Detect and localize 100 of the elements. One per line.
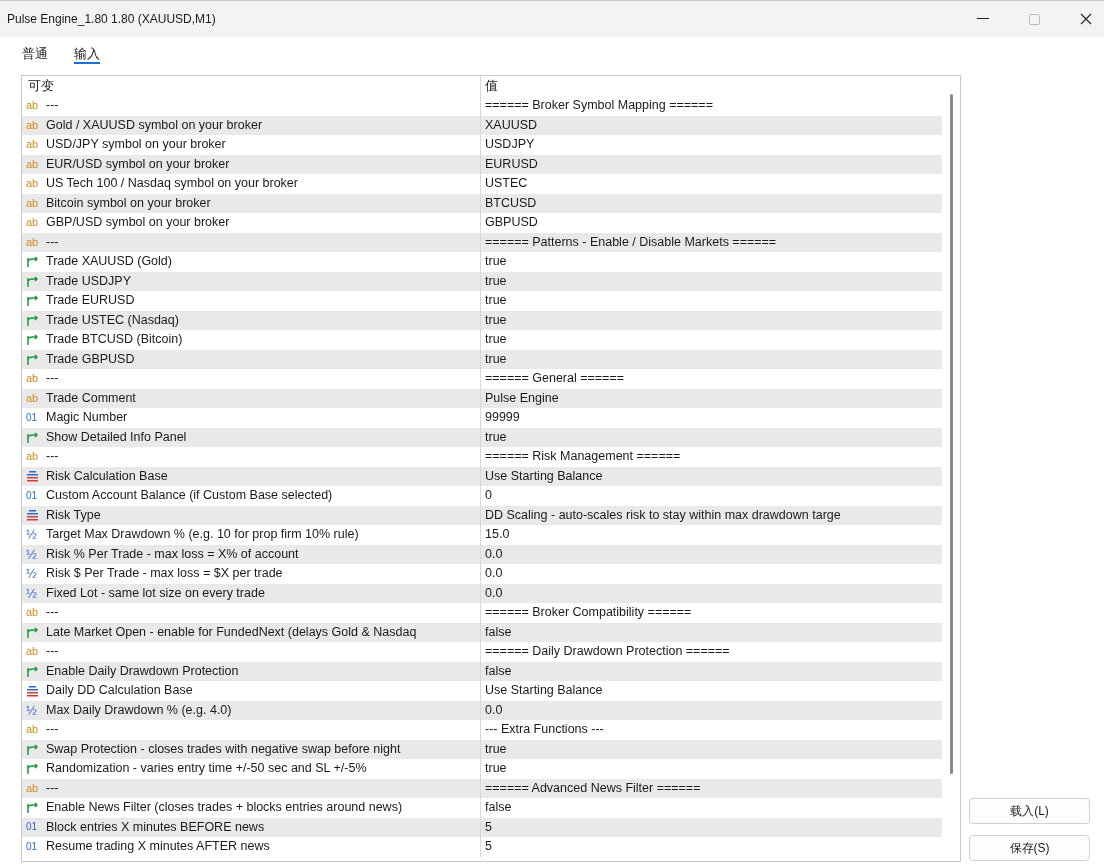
- table-row[interactable]: ab --- ====== Patterns - Enable / Disable Markets ======: [22, 232, 942, 252]
- type-icon: ab: [26, 451, 39, 463]
- type-icon: ½: [26, 586, 39, 600]
- type-icon: ab: [26, 217, 39, 229]
- parameter-name: Trade GBPUSD: [46, 350, 135, 368]
- table-row[interactable]: ab EUR/USD symbol on your broker EURUSD: [22, 154, 942, 174]
- type-icon: ½: [26, 703, 39, 717]
- type-icon: ab: [26, 139, 39, 151]
- parameter-value: 0.0: [485, 701, 503, 719]
- parameter-name: Trade USDJPY: [46, 272, 131, 290]
- parameter-name: Late Market Open - enable for FundedNext (delays Gold & Nasdaq: [46, 623, 417, 641]
- table-row[interactable]: ab --- ====== Advanced News Filter ======: [22, 778, 942, 798]
- list-lines-icon: [26, 509, 39, 522]
- parameter-name: Enable News Filter (closes trades + blocks entries around news): [46, 799, 403, 817]
- list-lines-icon: [26, 684, 39, 697]
- type-icon: 01: [26, 412, 39, 423]
- branch-arrow-icon: [26, 742, 39, 756]
- table-row[interactable]: ½ Risk % Per Trade - max loss = X% of account 0.0: [22, 544, 942, 564]
- parameter-name: Resume trading X minutes AFTER news: [46, 838, 270, 856]
- type-icon: ab: [26, 607, 39, 619]
- parameter-value: 0.0: [485, 584, 503, 602]
- minimize-icon[interactable]: [977, 18, 989, 20]
- parameter-name: Max Daily Drawdown % (e.g. 4.0): [46, 701, 232, 719]
- parameter-value: Pulse Engine: [485, 389, 559, 407]
- table-row[interactable]: Swap Protection - closes trades with negative swap before night true: [22, 739, 942, 759]
- parameter-value: ====== General ======: [485, 370, 624, 388]
- parameter-name: US Tech 100 / Nasdaq symbol on your broker: [46, 175, 298, 193]
- parameter-name: ---: [46, 643, 59, 661]
- close-icon[interactable]: [1080, 13, 1092, 25]
- branch-arrow-icon: [26, 664, 39, 678]
- type-icon: ab: [26, 178, 39, 190]
- parameter-value: true: [485, 350, 507, 368]
- type-icon: ½: [26, 547, 39, 561]
- parameter-value: 0: [485, 487, 492, 505]
- parameter-name: ---: [46, 97, 59, 115]
- type-icon: 01: [26, 841, 39, 852]
- parameter-value: 15.0: [485, 526, 510, 544]
- parameter-name: Risk $ Per Trade - max loss = $X per trade: [46, 565, 283, 583]
- parameter-name: Randomization - varies entry time +/-50 sec and SL +/-5%: [46, 760, 367, 778]
- type-icon: ab: [26, 392, 39, 404]
- table-row[interactable]: Show Detailed Info Panel true: [22, 427, 942, 447]
- dialog-button[interactable]: 载入(L): [969, 798, 1090, 824]
- branch-arrow-icon: [26, 274, 39, 288]
- table-row[interactable]: Trade GBPUSD true: [22, 349, 942, 369]
- parameter-name: Risk % Per Trade - max loss = X% of account: [46, 545, 299, 563]
- table-row[interactable]: ½ Max Daily Drawdown % (e.g. 4.0) 0.0: [22, 700, 942, 720]
- parameter-name: Trade Comment: [46, 389, 136, 407]
- parameter-name: Enable Daily Drawdown Protection: [46, 662, 239, 680]
- type-icon: ab: [26, 373, 39, 385]
- type-icon: ab: [26, 119, 39, 131]
- parameter-value: 5: [485, 838, 492, 856]
- tab[interactable]: 普通: [22, 44, 48, 64]
- scrollbar-thumb[interactable]: [949, 94, 953, 774]
- table-row[interactable]: Risk Calculation Base Use Starting Balance: [22, 466, 942, 486]
- parameter-name: Trade USTEC (Nasdaq): [46, 311, 179, 329]
- table-row[interactable]: Trade USTEC (Nasdaq) true: [22, 310, 942, 330]
- table-row[interactable]: Enable Daily Drawdown Protection false: [22, 661, 942, 681]
- parameter-value: EURUSD: [485, 155, 538, 173]
- table-row[interactable]: Trade USDJPY true: [22, 271, 942, 291]
- branch-arrow-icon: [26, 294, 39, 308]
- parameter-value: Use Starting Balance: [485, 467, 603, 485]
- type-icon: ab: [26, 782, 39, 794]
- parameter-value: ====== Patterns - Enable / Disable Markets ======: [485, 233, 777, 251]
- type-icon: ½: [26, 567, 39, 581]
- type-icon: ab: [26, 197, 39, 209]
- parameter-value: BTCUSD: [485, 194, 537, 212]
- table-row[interactable]: Late Market Open - enable for FundedNext (delays Gold & Nasdaq false: [22, 622, 942, 642]
- parameter-value: true: [485, 740, 507, 758]
- parameter-name: ---: [46, 779, 59, 797]
- table-row[interactable]: ab Bitcoin symbol on your broker BTCUSD: [22, 193, 942, 213]
- parameter-value: 0.0: [485, 545, 503, 563]
- parameter-name: ---: [46, 233, 59, 251]
- parameter-name: USD/JPY symbol on your broker: [46, 136, 226, 154]
- parameter-value: true: [485, 331, 507, 349]
- column-header[interactable]: 值: [481, 76, 942, 96]
- table-row[interactable]: ab Gold / XAUUSD symbol on your broker XAUUSD: [22, 115, 942, 135]
- table-row[interactable]: 01 Block entries X minutes BEFORE news 5: [22, 817, 942, 837]
- branch-arrow-icon: [26, 352, 39, 366]
- dialog-button[interactable]: 保存(S): [969, 835, 1090, 861]
- parameter-value: USDJPY: [485, 136, 535, 154]
- tab[interactable]: 输入: [74, 44, 100, 64]
- table-row[interactable]: ab Trade Comment Pulse Engine: [22, 388, 942, 408]
- parameter-name: Risk Calculation Base: [46, 467, 168, 485]
- parameter-value: DD Scaling - auto-scales risk to stay within max drawdown targe: [485, 506, 841, 524]
- parameter-name: Custom Account Balance (if Custom Base selected): [46, 487, 333, 505]
- parameter-name: Trade EURUSD: [46, 292, 135, 310]
- parameter-name: EUR/USD symbol on your broker: [46, 155, 230, 173]
- type-icon: ab: [26, 236, 39, 248]
- parameter-name: ---: [46, 721, 59, 739]
- parameter-name: Magic Number: [46, 409, 128, 427]
- parameter-value: ====== Advanced News Filter ======: [485, 779, 701, 797]
- parameter-value: ====== Broker Symbol Mapping ======: [485, 97, 713, 115]
- parameter-value: 5: [485, 818, 492, 836]
- parameter-value: ====== Risk Management ======: [485, 448, 681, 466]
- parameter-value: true: [485, 292, 507, 310]
- branch-arrow-icon: [26, 625, 39, 639]
- table-row[interactable]: ½ Fixed Lot - same lot size on every trade 0.0: [22, 583, 942, 603]
- table-row[interactable]: Risk Type DD Scaling - auto-scales risk to stay within max drawdown targe: [22, 505, 942, 525]
- branch-arrow-icon: [26, 762, 39, 776]
- parameter-value: true: [485, 253, 507, 271]
